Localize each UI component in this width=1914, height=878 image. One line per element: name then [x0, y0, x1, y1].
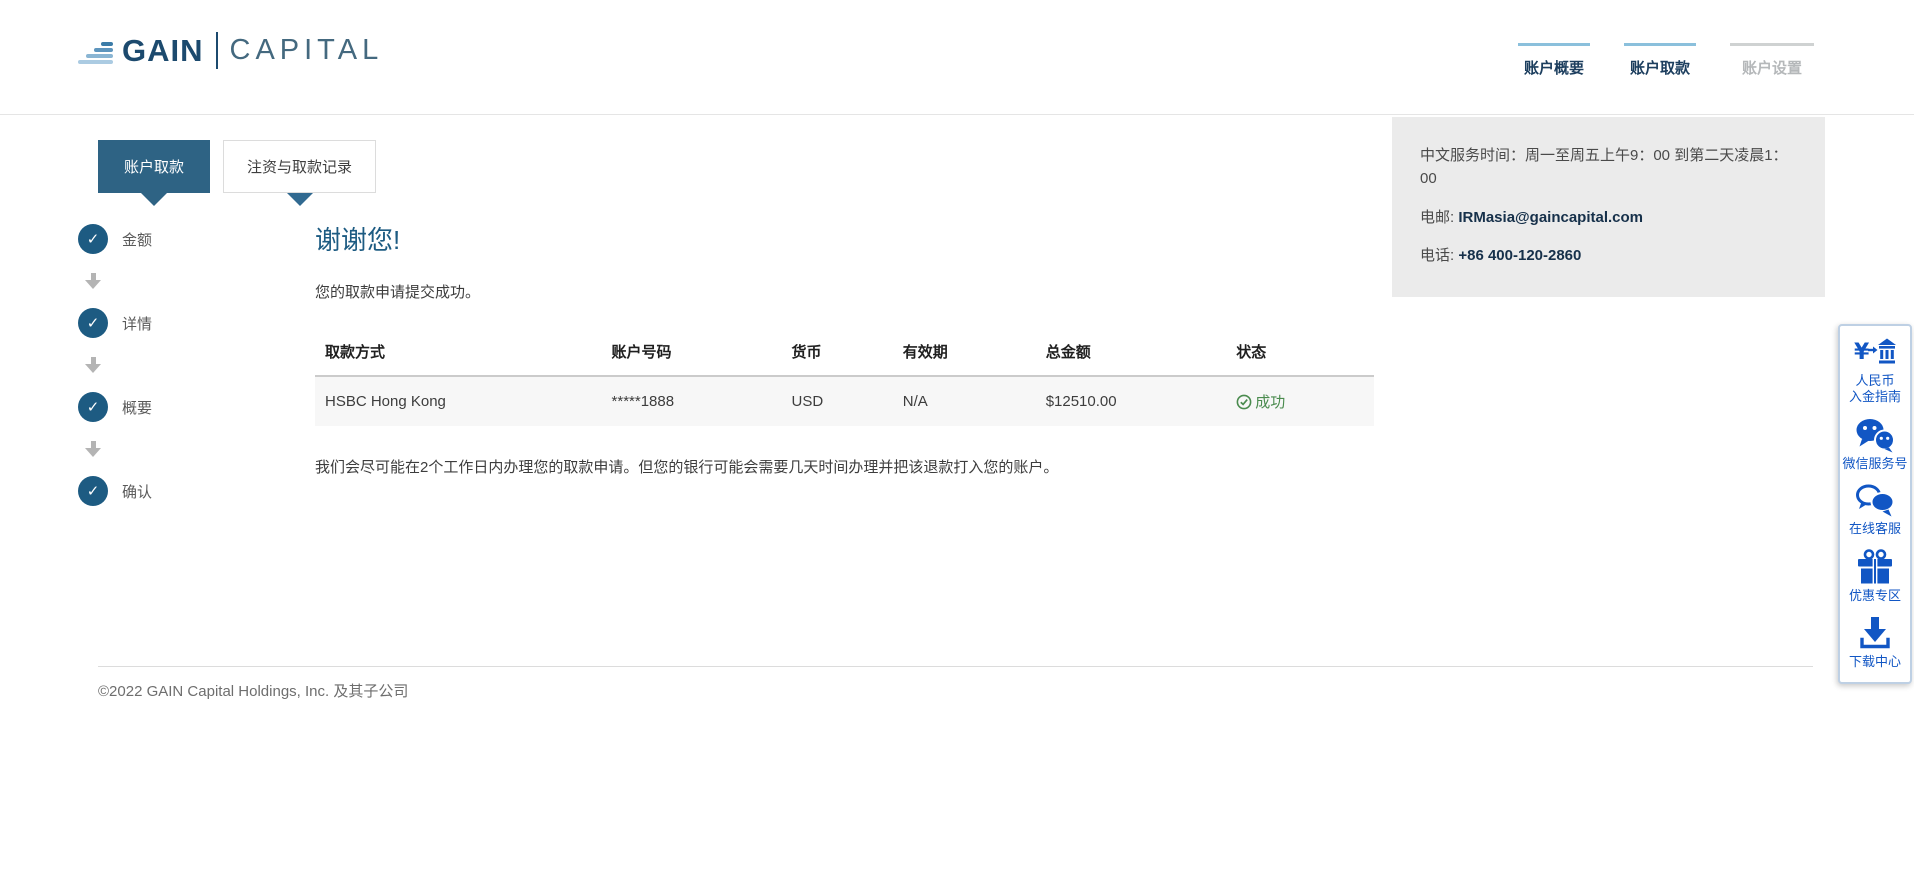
col-status: 状态: [1236, 341, 1374, 376]
col-total: 总金额: [1046, 341, 1237, 376]
gift-icon: [1856, 548, 1894, 585]
col-account-number: 账户号码: [612, 341, 792, 376]
tab-funding-withdrawal-history[interactable]: 注资与取款记录: [223, 140, 376, 193]
quick-link-label: 人民币 入金指南: [1849, 373, 1901, 406]
step-check-icon: ✓: [78, 224, 108, 254]
tab-account-withdrawal[interactable]: 账户取款: [98, 140, 210, 193]
rmb-deposit-guide-link[interactable]: ¥ 人民币 入金指南: [1840, 330, 1910, 411]
promotions-link[interactable]: 优惠专区: [1840, 542, 1910, 609]
footer-divider: [98, 666, 1813, 667]
withdrawal-stepper: ✓ 金额 ✓ 详情 ✓ 概要 ✓ 确认: [78, 224, 208, 506]
phone-label: 电话:: [1420, 247, 1454, 264]
logo-bars-icon: [78, 40, 113, 64]
step-arrow-icon: [78, 422, 108, 476]
quick-link-label: 微信服务号: [1842, 456, 1907, 472]
download-center-link[interactable]: 下载中心: [1840, 609, 1910, 675]
step-check-icon: ✓: [78, 392, 108, 422]
service-hours-text: 中文服务时间：周一至周五上午9：00 到第二天凌晨1：00: [1420, 144, 1797, 191]
contact-info-panel: 中文服务时间：周一至周五上午9：00 到第二天凌晨1：00 电邮: IRMasi…: [1392, 117, 1825, 297]
col-expiry: 有效期: [903, 341, 1046, 376]
rmb-deposit-guide-icon: ¥: [1854, 336, 1896, 370]
wechat-link[interactable]: 微信服务号: [1840, 411, 1910, 477]
copyright-text: ©2022 GAIN Capital Holdings, Inc. 及其子公司: [98, 680, 408, 701]
page: GAIN CAPITAL 账户概要 账户取款 账户设置 账户取款 注资与取款记录…: [0, 0, 1914, 878]
step-check-icon: ✓: [78, 308, 108, 338]
chat-bubbles-icon: [1855, 483, 1895, 518]
quick-link-label: 优惠专区: [1849, 588, 1901, 604]
col-method: 取款方式: [315, 341, 612, 376]
cell-currency: USD: [792, 376, 903, 426]
logo-text-gain: GAIN: [122, 33, 204, 69]
step-arrow-icon: [78, 338, 108, 392]
step-amount[interactable]: ✓ 金额: [78, 224, 208, 254]
step-label: 概要: [122, 397, 152, 418]
phone-number: +86 400-120-2860: [1458, 247, 1581, 264]
tab-pointer-icon: [141, 193, 167, 206]
quick-link-label: 在线客服: [1849, 521, 1901, 537]
step-label: 确认: [122, 481, 152, 502]
step-label: 金额: [122, 229, 152, 250]
step-arrow-icon: [78, 254, 108, 308]
tab-label: 账户取款: [124, 156, 184, 177]
svg-text:¥: ¥: [1854, 340, 1870, 365]
step-label: 详情: [122, 313, 152, 334]
wechat-icon: [1855, 417, 1895, 453]
quick-link-label: 下载中心: [1849, 654, 1901, 670]
col-currency: 货币: [792, 341, 903, 376]
nav-account-settings[interactable]: 账户设置: [1730, 43, 1814, 78]
processing-note: 我们会尽可能在2个工作日内办理您的取款申请。但您的银行可能会需要几天时间办理并把…: [315, 456, 1374, 477]
logo-divider: [216, 32, 218, 69]
status-text: 成功: [1255, 391, 1285, 412]
withdrawal-result-table: 取款方式 账户号码 货币 有效期 总金额 状态 HSBC Hong Kong *…: [315, 341, 1374, 426]
table-header-row: 取款方式 账户号码 货币 有效期 总金额 状态: [315, 341, 1374, 376]
step-summary[interactable]: ✓ 概要: [78, 392, 208, 422]
phone-row: 电话: +86 400-120-2860: [1420, 244, 1797, 267]
nav-account-overview[interactable]: 账户概要: [1518, 43, 1590, 78]
quick-links-sidebar: ¥ 人民币 入金指南: [1838, 324, 1912, 684]
content-area: 账户取款 注资与取款记录 中文服务时间：周一至周五上午9：00 到第二天凌晨1：…: [0, 116, 1914, 878]
step-check-icon: ✓: [78, 476, 108, 506]
page-title: 谢谢您!: [315, 220, 1374, 257]
live-chat-link[interactable]: 在线客服: [1840, 477, 1910, 542]
step-details[interactable]: ✓ 详情: [78, 308, 208, 338]
tab-pointer-icon: [287, 193, 313, 206]
cell-status: 成功: [1236, 376, 1374, 426]
email-row: 电邮: IRMasia@gaincapital.com: [1420, 206, 1797, 229]
cell-total: $12510.00: [1046, 376, 1237, 426]
header: GAIN CAPITAL 账户概要 账户取款 账户设置: [0, 0, 1914, 115]
nav-account-withdrawal[interactable]: 账户取款: [1624, 43, 1696, 78]
step-confirm[interactable]: ✓ 确认: [78, 476, 208, 506]
main-panel: 谢谢您! 您的取款申请提交成功。 取款方式 账户号码 货币 有效期 总金额 状态…: [315, 220, 1374, 477]
success-check-icon: [1236, 394, 1252, 410]
tab-strip: 账户取款 注资与取款记录: [98, 140, 376, 193]
logo-text-capital: CAPITAL: [230, 34, 384, 67]
cell-method: HSBC Hong Kong: [315, 376, 612, 426]
table-row: HSBC Hong Kong *****1888 USD N/A $12510.…: [315, 376, 1374, 426]
gain-capital-logo[interactable]: GAIN CAPITAL: [78, 32, 383, 69]
top-nav: 账户概要 账户取款 账户设置: [1518, 43, 1814, 78]
email-label: 电邮:: [1420, 209, 1454, 226]
download-icon: [1856, 615, 1894, 651]
email-link[interactable]: IRMasia@gaincapital.com: [1458, 209, 1643, 226]
cell-expiry: N/A: [903, 376, 1046, 426]
success-message: 您的取款申请提交成功。: [315, 281, 1374, 302]
tab-label: 注资与取款记录: [247, 156, 352, 177]
cell-account-number: *****1888: [612, 376, 792, 426]
